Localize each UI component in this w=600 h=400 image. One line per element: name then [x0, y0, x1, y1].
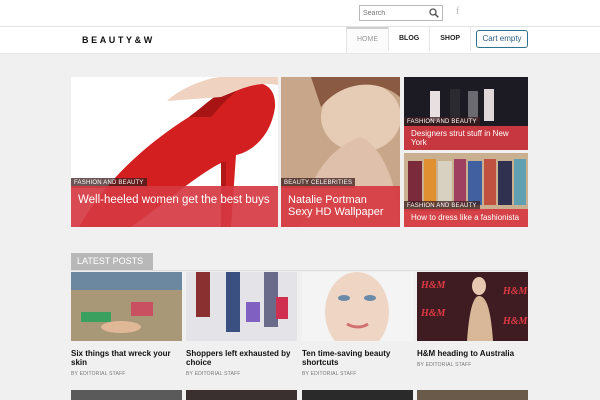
post-thumbnail[interactable]: H&M H&M H&M H&M: [417, 272, 528, 341]
shoppers-image: [186, 272, 297, 341]
next-row-thumb: [186, 390, 297, 400]
tile-title[interactable]: How to dress like a fashionista: [404, 209, 528, 227]
svg-text:H&M: H&M: [420, 308, 447, 319]
svg-text:H&M: H&M: [502, 316, 528, 327]
facebook-icon[interactable]: f: [456, 6, 459, 17]
face-image: [302, 272, 413, 341]
nav-blog[interactable]: BLOG: [388, 27, 429, 51]
post-card[interactable]: Ten time-saving beauty shortcuts BY EDIT…: [302, 272, 413, 377]
tile-title[interactable]: Well-heeled women get the best buys: [71, 186, 278, 227]
next-row-thumb: [302, 390, 413, 400]
top-bar: f: [0, 0, 600, 27]
site-logo[interactable]: BEAUTY&W: [82, 35, 155, 45]
post-card[interactable]: Shoppers left exhausted by choice BY EDI…: [186, 272, 297, 377]
next-row-thumb: [71, 390, 182, 400]
next-row-thumb: [417, 390, 528, 400]
post-title[interactable]: H&M heading to Australia: [417, 349, 528, 358]
tile-title[interactable]: Natalie Portman Sexy HD Wallpaper: [281, 186, 400, 227]
post-author[interactable]: BY EDITORIAL STAFF: [417, 362, 528, 368]
post-card[interactable]: H&M H&M H&M H&M H&M heading to Australia…: [417, 272, 528, 368]
nav-shop[interactable]: SHOP: [429, 27, 472, 51]
search-input[interactable]: [363, 7, 425, 19]
post-author[interactable]: BY EDITORIAL STAFF: [71, 371, 182, 377]
post-thumbnail[interactable]: [71, 272, 182, 341]
featured-tile-2[interactable]: BEAUTY CELEBRITIES Natalie Portman Sexy …: [281, 77, 400, 227]
main-nav: HOME BLOG SHOP: [346, 27, 472, 53]
tile-title[interactable]: Designers strut stuff in New York: [404, 126, 528, 150]
post-title[interactable]: Ten time-saving beauty shortcuts: [302, 349, 413, 367]
section-divider: [71, 270, 528, 271]
post-card[interactable]: Six things that wreck your skin BY EDITO…: [71, 272, 182, 377]
featured-tile-3[interactable]: FASHION AND BEAUTY Designers strut stuff…: [404, 77, 528, 150]
svg-text:H&M: H&M: [502, 286, 528, 297]
beach-image: [71, 272, 182, 341]
post-author[interactable]: BY EDITORIAL STAFF: [302, 371, 413, 377]
latest-posts-heading: LATEST POSTS: [71, 253, 153, 270]
featured-tile-1[interactable]: FASHION AND BEAUTY Well-heeled women get…: [71, 77, 278, 227]
post-title[interactable]: Shoppers left exhausted by choice: [186, 349, 297, 367]
svg-text:H&M: H&M: [420, 280, 447, 291]
post-thumbnail[interactable]: [302, 272, 413, 341]
post-title[interactable]: Six things that wreck your skin: [71, 349, 182, 367]
search-icon[interactable]: [429, 8, 439, 18]
post-author[interactable]: BY EDITORIAL STAFF: [186, 371, 297, 377]
search-box[interactable]: [359, 5, 443, 21]
hm-event-image: H&M H&M H&M H&M: [417, 272, 528, 341]
cart-button[interactable]: Cart empty: [476, 30, 528, 48]
post-thumbnail[interactable]: [186, 272, 297, 341]
main-header: BEAUTY&W HOME BLOG SHOP Cart empty: [0, 27, 600, 54]
nav-home[interactable]: HOME: [346, 27, 388, 53]
featured-tile-4[interactable]: FASHION AND BEAUTY How to dress like a f…: [404, 153, 528, 227]
